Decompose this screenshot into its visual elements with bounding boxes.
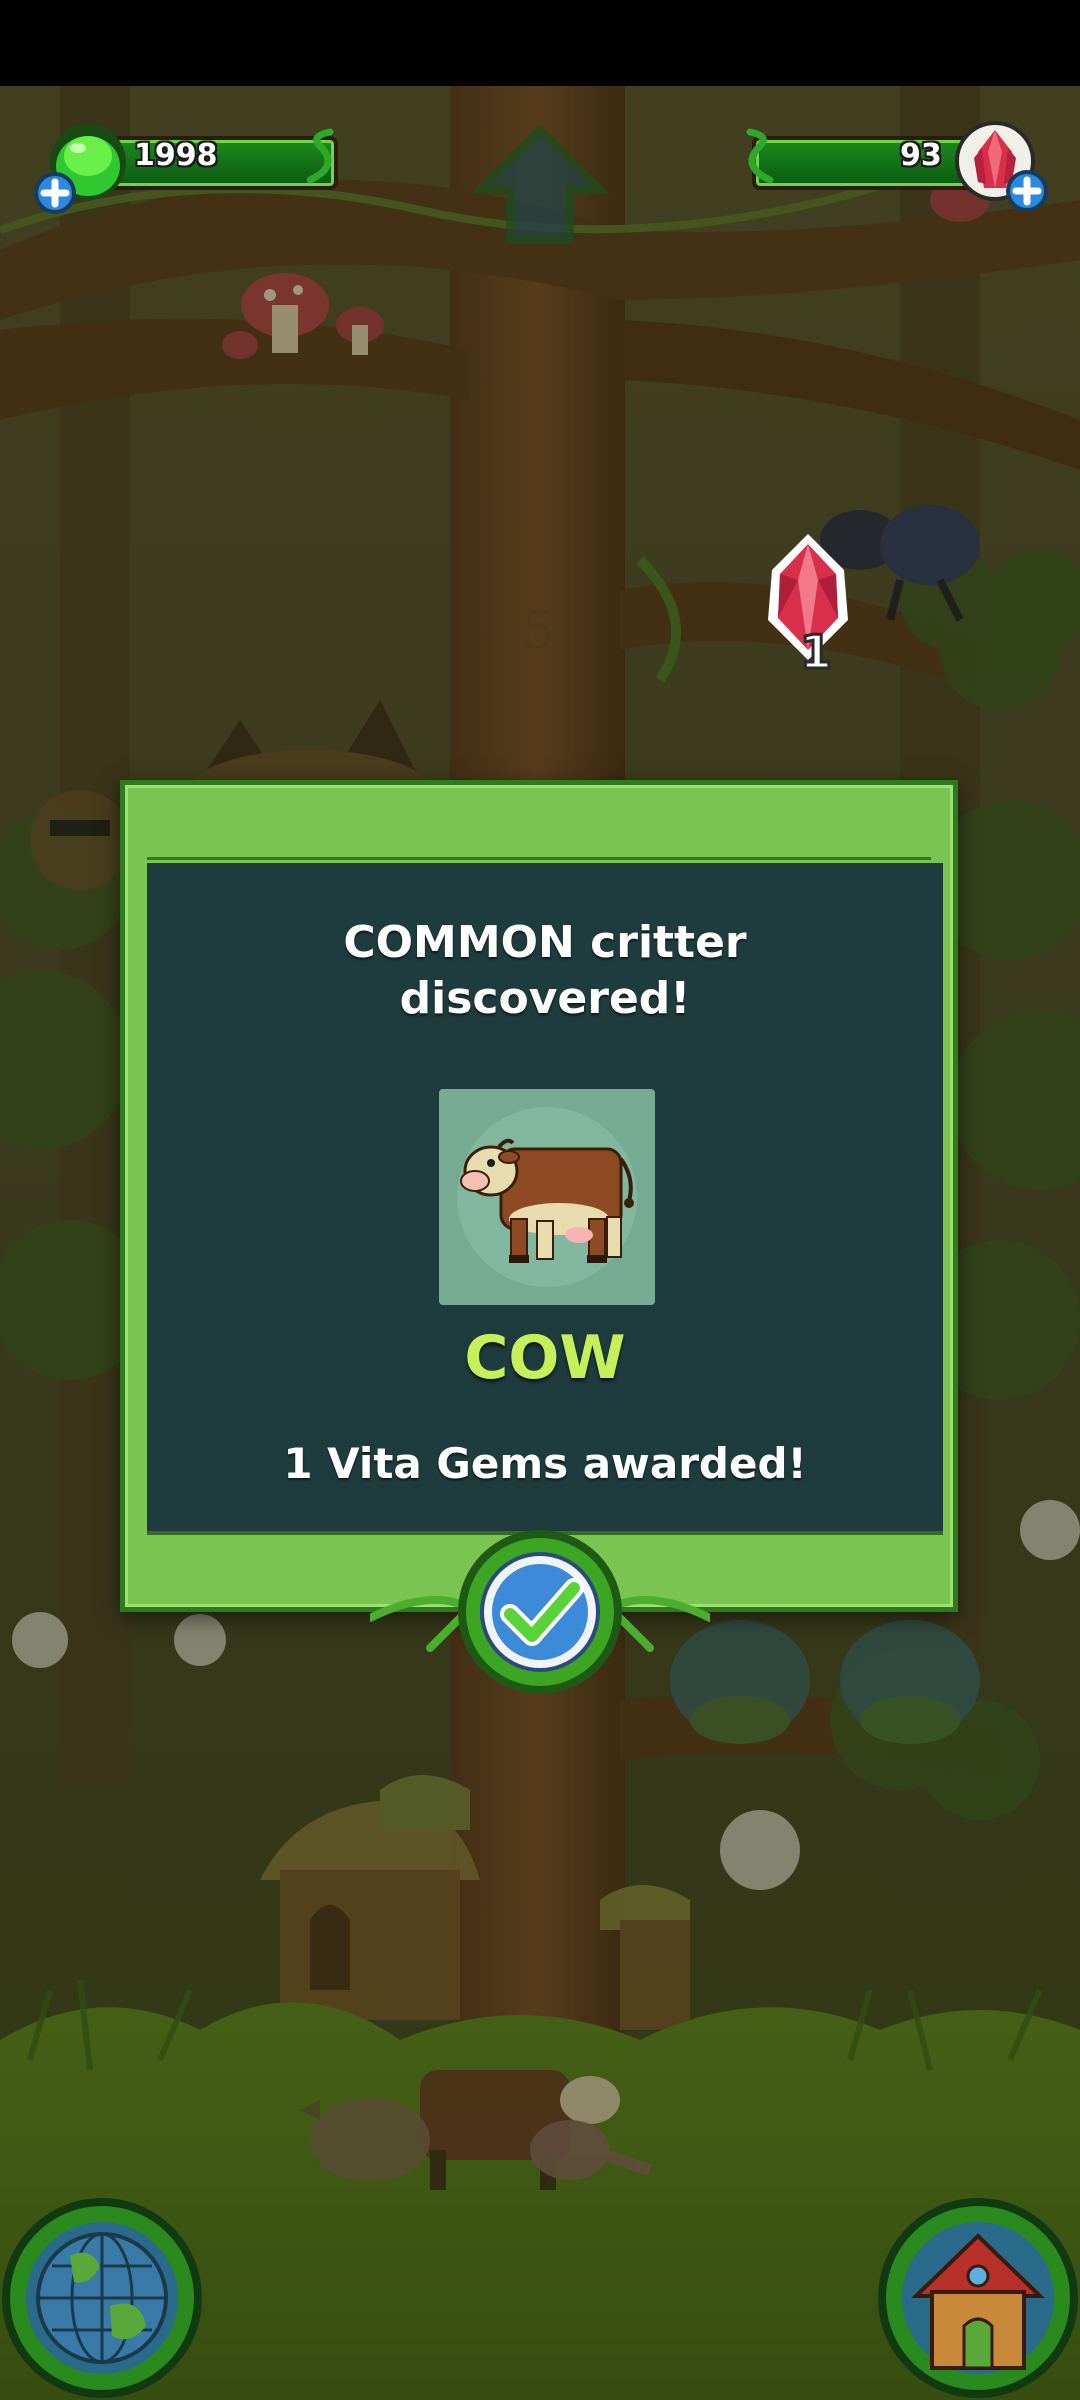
critter-name: COW [464, 1323, 626, 1393]
globe-icon [36, 2232, 168, 2364]
gem-reward-count: 1 [800, 625, 832, 679]
dialog-content-panel: COMMON critter discovered! COW 1 Vita Ge… [147, 863, 943, 1535]
dialog-title: COMMON critter discovered! [147, 915, 943, 1027]
gem-reward-pickup[interactable]: 1 [748, 530, 868, 680]
gem-currency-amount: 93 [900, 138, 942, 173]
critter-discovered-dialog: COMMON critter discovered! COW 1 Vita Ge… [120, 780, 958, 1612]
status-bar [0, 0, 1080, 86]
add-green-currency-button[interactable] [32, 170, 78, 216]
green-currency-amount: 1998 [134, 138, 218, 173]
vine-decoration-icon [306, 128, 334, 184]
world-map-button[interactable] [0, 2196, 204, 2400]
dialog-title-line2: discovered! [399, 973, 691, 1024]
confirm-button[interactable] [370, 1528, 710, 1698]
cow-portrait-icon [457, 1107, 637, 1287]
dialog-title-line1: COMMON critter [343, 917, 747, 968]
game-screen: 5 1998 93 1 COMMON critter discovered! C… [0, 0, 1080, 2400]
vine-decoration-icon [746, 128, 774, 184]
dialog-divider [147, 857, 931, 860]
add-gem-currency-button[interactable] [1004, 168, 1050, 214]
critter-portrait-frame [439, 1089, 655, 1305]
reward-text: 1 Vita Gems awarded! [283, 1439, 807, 1488]
home-button[interactable] [876, 2196, 1080, 2400]
